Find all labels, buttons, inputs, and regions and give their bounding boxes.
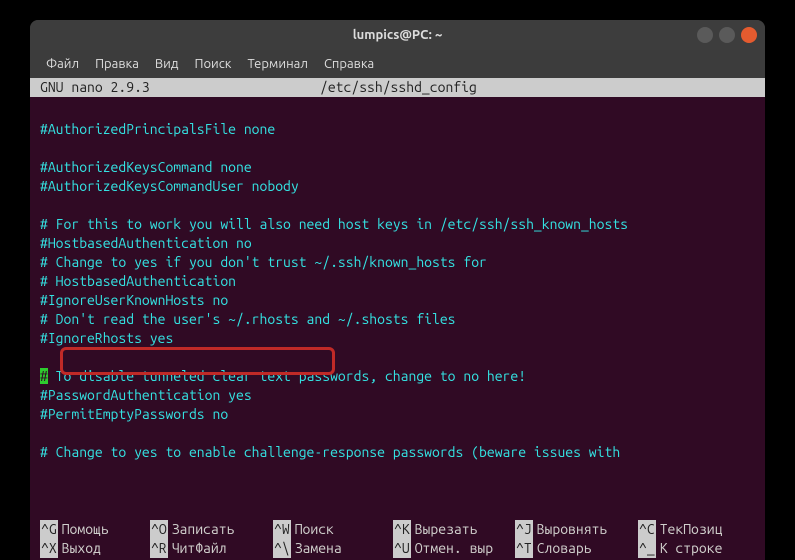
shortcut-label: ЧитФайл [172,539,227,558]
shortcut-key: ^J [515,520,533,539]
editor-content[interactable]: #AuthorizedPrincipalsFile none #Authoriz… [30,97,765,462]
nano-shortcuts: ^GПомощь ^OЗаписать ^WПоиск ^KВырезать ^… [30,520,765,560]
close-button[interactable] [741,27,757,43]
config-line: #IgnoreUserKnownHosts no [40,291,755,310]
config-line: #AuthorizedPrincipalsFile none [40,120,755,139]
shortcut-writeout: ^OЗаписать [150,520,273,539]
menu-view[interactable]: Вид [149,57,185,71]
config-line: # Don't read the user's ~/.rhosts and ~/… [40,310,755,329]
shortcut-label: Отмен. выр [415,539,493,558]
shortcut-key: ^W [273,520,291,539]
shortcut-help: ^GПомощь [40,520,150,539]
shortcut-label: Выровнять [537,520,608,539]
shortcut-curpos: ^CТекПозиц [638,520,748,539]
menu-file[interactable]: Файл [40,57,85,71]
shortcut-label: Словарь [537,539,592,558]
shortcut-key: ^K [393,520,411,539]
config-line [40,101,755,120]
config-line [40,196,755,215]
shortcut-justify: ^JВыровнять [515,520,638,539]
shortcut-gotoline: ^_К строке [638,539,748,558]
window-controls [697,27,757,43]
shortcut-spell: ^TСловарь [515,539,638,558]
shortcut-exit: ^XВыход [40,539,150,558]
config-line: #AuthorizedKeysCommand none [40,158,755,177]
config-line: # For this to work you will also need ho… [40,215,755,234]
nano-version: GNU nano 2.9.3 [40,78,320,97]
shortcut-label: Поиск [295,520,334,539]
shortcut-readfile: ^RЧитФайл [150,539,273,558]
window-titlebar: lumpics@PC: ~ [30,20,765,50]
config-line: #AuthorizedKeysCommandUser nobody [40,177,755,196]
menu-bar: Файл Правка Вид Поиск Терминал Справка [30,50,765,78]
config-line: # Change to yes if you don't trust ~/.ss… [40,253,755,272]
config-line: #HostbasedAuthentication no [40,234,755,253]
menu-search[interactable]: Поиск [188,57,237,71]
window-title: lumpics@PC: ~ [353,28,443,42]
shortcut-label: Замена [295,539,342,558]
config-line [40,348,755,367]
shortcut-cut: ^KВырезать [393,520,515,539]
shortcut-label: Помощь [62,520,109,539]
shortcut-key: ^X [40,539,58,558]
shortcut-key: ^\ [273,539,291,558]
config-line-password-auth: #PasswordAuthentication yes [40,386,755,405]
shortcut-uncut: ^UОтмен. выр [393,539,515,558]
shortcut-row: ^XВыход ^RЧитФайл ^\Замена ^UОтмен. выр … [40,539,755,558]
maximize-button[interactable] [719,27,735,43]
config-line: # To disable tunneled clear text passwor… [40,367,755,386]
shortcut-key: ^R [150,539,168,558]
config-text: To disable tunneled clear text passwords… [48,368,526,384]
config-line [40,424,755,443]
config-line: #PermitEmptyPasswords no [40,405,755,424]
shortcut-label: К строке [660,539,723,558]
shortcut-key: ^O [150,520,168,539]
terminal-window: lumpics@PC: ~ Файл Правка Вид Поиск Терм… [30,20,765,560]
minimize-button[interactable] [697,27,713,43]
shortcut-key: ^C [638,520,656,539]
editor-cursor: # [40,368,48,384]
config-line: #IgnoreRhosts yes [40,329,755,348]
config-line: # Change to yes to enable challenge-resp… [40,443,755,462]
shortcut-key: ^T [515,539,533,558]
menu-help[interactable]: Справка [318,57,380,71]
shortcut-replace: ^\Замена [273,539,393,558]
shortcut-key: ^G [40,520,58,539]
terminal-area[interactable]: GNU nano 2.9.3 /etc/ssh/sshd_config #Aut… [30,78,765,560]
shortcut-label: ТекПозиц [660,520,723,539]
shortcut-label: Вырезать [415,520,478,539]
menu-terminal[interactable]: Терминал [241,57,313,71]
config-line [40,139,755,158]
shortcut-key: ^U [393,539,411,558]
nano-header-bar: GNU nano 2.9.3 /etc/ssh/sshd_config [30,78,765,97]
menu-edit[interactable]: Правка [89,57,145,71]
shortcut-label: Записать [172,520,235,539]
shortcut-search: ^WПоиск [273,520,393,539]
shortcut-key: ^_ [638,539,656,558]
nano-filename: /etc/ssh/sshd_config [320,78,477,97]
shortcut-row: ^GПомощь ^OЗаписать ^WПоиск ^KВырезать ^… [40,520,755,539]
shortcut-label: Выход [62,539,101,558]
config-line: # HostbasedAuthentication [40,272,755,291]
